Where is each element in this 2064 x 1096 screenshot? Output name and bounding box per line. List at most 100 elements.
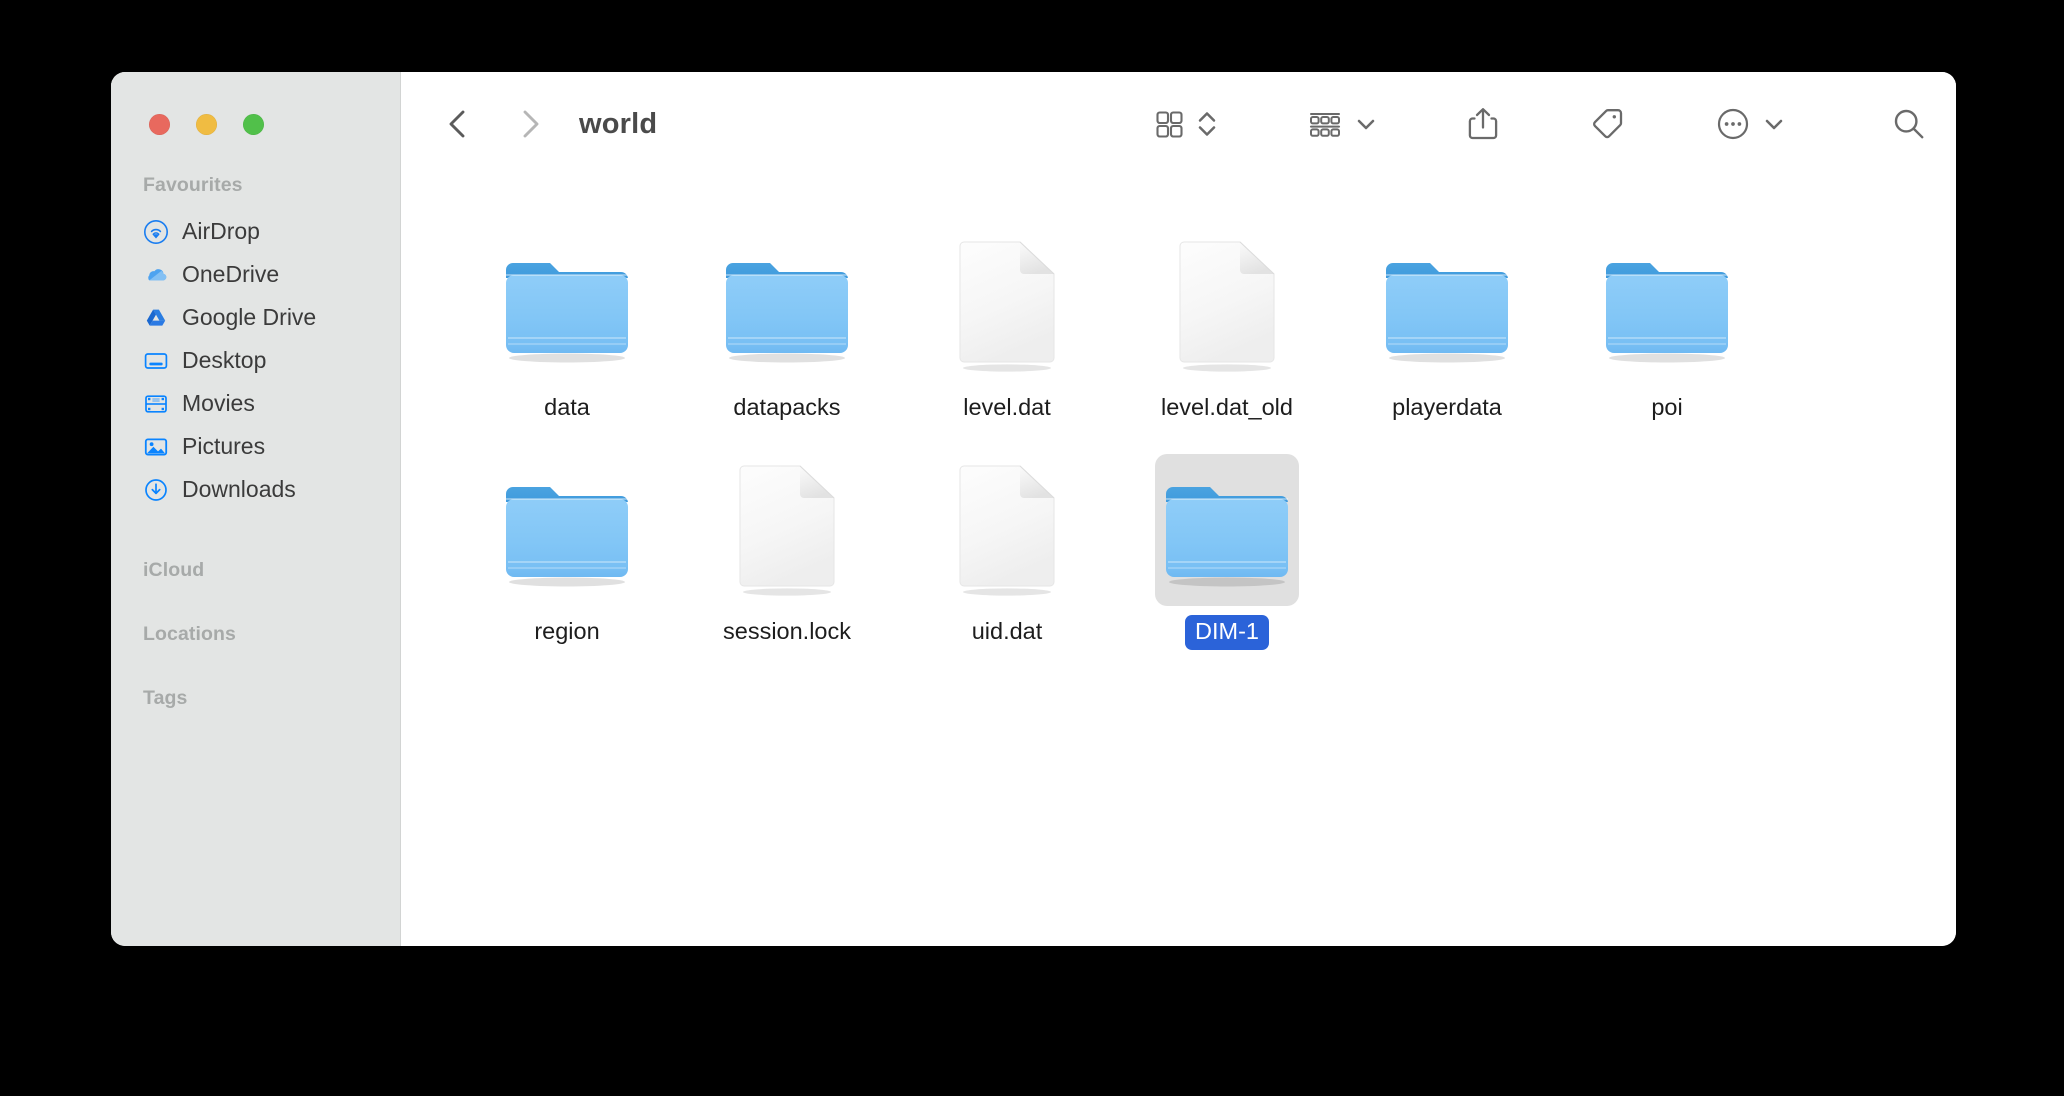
icon-view-grid-icon bbox=[1152, 107, 1186, 141]
toolbar: world bbox=[401, 72, 1956, 176]
sidebar-section-icloud: iCloud bbox=[143, 559, 205, 581]
folder-icon bbox=[1606, 263, 1728, 363]
document-icon bbox=[739, 465, 835, 596]
pictures-icon bbox=[143, 434, 169, 460]
group-by-button[interactable] bbox=[1306, 100, 1344, 148]
sidebar-item-desktop[interactable]: Desktop bbox=[123, 339, 388, 382]
folder-icon-wrap bbox=[1155, 454, 1299, 606]
file-item[interactable]: level.dat_old bbox=[1117, 230, 1337, 454]
file-item[interactable]: DIM-1 bbox=[1117, 454, 1337, 678]
sidebar-item-airdrop[interactable]: AirDrop bbox=[123, 210, 388, 253]
chevron-right-icon bbox=[515, 107, 545, 141]
maximize-button[interactable] bbox=[243, 114, 264, 135]
more-options-button[interactable] bbox=[1714, 100, 1752, 148]
folder-icon-wrap bbox=[495, 454, 639, 606]
file-item[interactable]: region bbox=[457, 454, 677, 678]
airdrop-icon bbox=[143, 219, 169, 245]
share-button[interactable] bbox=[1466, 100, 1500, 148]
search-button[interactable] bbox=[1890, 100, 1928, 148]
sidebar-item-label: Desktop bbox=[182, 347, 267, 373]
sidebar-item-movies[interactable]: Movies bbox=[123, 382, 388, 425]
document-icon bbox=[959, 465, 1055, 596]
view-options-group bbox=[1152, 100, 1218, 148]
group-by-icon bbox=[1306, 107, 1344, 141]
sidebar-item-pictures[interactable]: Pictures bbox=[123, 425, 388, 468]
chevron-up-down-icon bbox=[1196, 106, 1218, 142]
icon-view-button[interactable] bbox=[1152, 100, 1186, 148]
file-item-label: level.dat bbox=[963, 394, 1051, 420]
file-item[interactable]: data bbox=[457, 230, 677, 454]
finder-window: Favourites AirDrop OneDrive Google Drive… bbox=[111, 72, 1956, 946]
more-options-group bbox=[1714, 100, 1786, 148]
file-item[interactable]: datapacks bbox=[677, 230, 897, 454]
file-grid-items: data datapacks level.dat level.dat_old p… bbox=[457, 230, 1956, 678]
sidebar: Favourites AirDrop OneDrive Google Drive… bbox=[111, 72, 401, 946]
folder-icon bbox=[506, 487, 628, 587]
chevron-down-icon bbox=[1762, 112, 1786, 136]
back-button[interactable] bbox=[435, 101, 481, 147]
document-icon-wrap bbox=[715, 454, 859, 606]
document-icon bbox=[1179, 241, 1275, 372]
toolbar-actions bbox=[1152, 100, 1928, 148]
window-controls bbox=[149, 114, 264, 135]
group-by-menu-button[interactable] bbox=[1354, 100, 1378, 148]
file-item[interactable]: poi bbox=[1557, 230, 1777, 454]
sidebar-section-tags: Tags bbox=[143, 687, 188, 709]
ellipsis-circle-icon bbox=[1714, 105, 1752, 143]
close-button[interactable] bbox=[149, 114, 170, 135]
document-icon-wrap bbox=[935, 230, 1079, 382]
folder-icon-wrap bbox=[1595, 230, 1739, 382]
file-item[interactable]: session.lock bbox=[677, 454, 897, 678]
file-item[interactable]: level.dat bbox=[897, 230, 1117, 454]
folder-icon-wrap bbox=[495, 230, 639, 382]
sidebar-item-onedrive[interactable]: OneDrive bbox=[123, 253, 388, 296]
sidebar-item-label: Movies bbox=[182, 390, 255, 416]
sidebar-list: Favourites AirDrop OneDrive Google Drive… bbox=[111, 172, 400, 946]
google-drive-icon bbox=[143, 305, 169, 331]
sidebar-item-label: AirDrop bbox=[182, 218, 260, 244]
share-icon bbox=[1466, 105, 1500, 143]
view-stepper-button[interactable] bbox=[1196, 100, 1218, 148]
more-options-menu-button[interactable] bbox=[1762, 100, 1786, 148]
sidebar-item-label: OneDrive bbox=[182, 261, 280, 287]
file-item-label: data bbox=[544, 394, 590, 420]
file-grid[interactable]: data datapacks level.dat level.dat_old p… bbox=[401, 176, 1956, 946]
onedrive-icon bbox=[143, 262, 169, 288]
content-area: world data datapacks level.dat level.dat… bbox=[401, 72, 1956, 946]
sidebar-section-locations: Locations bbox=[143, 623, 236, 645]
minimize-button[interactable] bbox=[196, 114, 217, 135]
file-item-label: datapacks bbox=[733, 394, 841, 420]
tag-icon bbox=[1588, 105, 1626, 143]
sidebar-item-label: Google Drive bbox=[182, 304, 317, 330]
folder-icon-wrap bbox=[1375, 230, 1519, 382]
file-item-label: DIM-1 bbox=[1185, 615, 1269, 650]
tag-button[interactable] bbox=[1588, 100, 1626, 148]
file-item-label: poi bbox=[1651, 394, 1683, 420]
file-item-label: playerdata bbox=[1392, 394, 1502, 420]
sidebar-item-label: Downloads bbox=[182, 476, 296, 502]
document-icon bbox=[959, 241, 1055, 372]
folder-icon bbox=[506, 263, 628, 363]
file-item[interactable]: playerdata bbox=[1337, 230, 1557, 454]
sidebar-item-google-drive[interactable]: Google Drive bbox=[123, 296, 388, 339]
file-item[interactable]: uid.dat bbox=[897, 454, 1117, 678]
document-icon-wrap bbox=[1155, 230, 1299, 382]
chevron-down-icon bbox=[1354, 112, 1378, 136]
folder-icon bbox=[1386, 263, 1508, 363]
group-by-group bbox=[1306, 100, 1378, 148]
chevron-left-icon bbox=[443, 107, 473, 141]
document-icon-wrap bbox=[935, 454, 1079, 606]
downloads-icon bbox=[143, 477, 169, 503]
sidebar-item-downloads[interactable]: Downloads bbox=[123, 468, 388, 511]
file-item-label: session.lock bbox=[723, 618, 851, 644]
folder-icon-wrap bbox=[715, 230, 859, 382]
search-icon bbox=[1890, 105, 1928, 143]
sidebar-item-label: Pictures bbox=[182, 433, 266, 459]
file-item-label: uid.dat bbox=[971, 618, 1043, 644]
movies-icon bbox=[143, 391, 169, 417]
page-title: world bbox=[579, 107, 658, 140]
forward-button[interactable] bbox=[507, 101, 553, 147]
sidebar-section-favourites: Favourites bbox=[143, 174, 243, 196]
folder-icon bbox=[726, 263, 848, 363]
desktop-icon bbox=[143, 348, 169, 374]
